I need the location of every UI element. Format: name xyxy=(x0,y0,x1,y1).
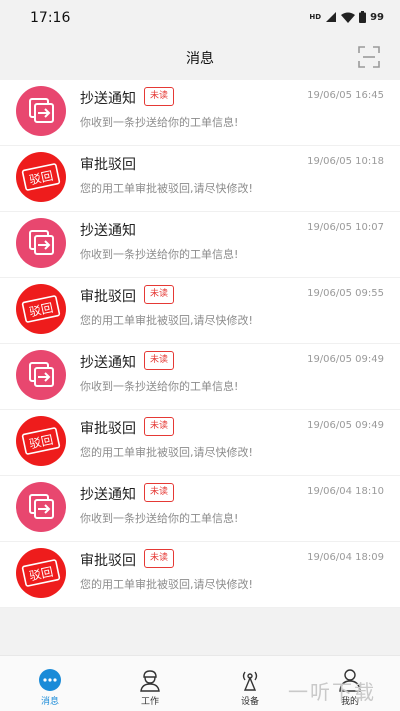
message-time: 19/06/05 16:45 xyxy=(307,90,384,101)
message-time: 19/06/05 09:55 xyxy=(307,288,384,299)
message-title: 抄送通知 xyxy=(80,355,136,371)
message-time: 19/06/05 10:18 xyxy=(307,156,384,167)
tab-device[interactable]: 设备 xyxy=(200,656,300,711)
message-title: 审批驳回 xyxy=(80,289,136,305)
reject-stamp-icon: 驳回 xyxy=(16,416,66,466)
tab-label: 设备 xyxy=(240,697,259,707)
message-row[interactable]: 抄送通知 未读 19/06/04 18:10 你收到一条抄送给你的工单信息! xyxy=(0,476,400,542)
message-time: 19/06/05 09:49 xyxy=(307,354,384,365)
page-title: 消息 xyxy=(186,51,214,67)
unread-badge: 未读 xyxy=(144,87,175,106)
reject-stamp-icon: 驳回 xyxy=(16,152,66,202)
message-row[interactable]: 驳回 审批驳回 未读 19/06/04 18:09 您的用工单审批被驳回,请尽快修改! xyxy=(0,542,400,608)
message-time: 19/06/04 18:09 xyxy=(307,552,384,563)
tab-label: 消息 xyxy=(40,697,59,707)
status-time: 17:16 xyxy=(30,10,71,26)
cc-notice-icon xyxy=(16,218,66,268)
message-title: 抄送通知 xyxy=(80,487,136,503)
status-icons: HD 99 xyxy=(309,11,384,23)
watermark: 一听下载 xyxy=(288,680,376,704)
wifi-icon xyxy=(341,12,356,23)
status-bar: 17:16 HD 99 xyxy=(0,0,400,36)
message-row[interactable]: 抄送通知 未读 19/06/05 16:45 你收到一条抄送给你的工单信息! xyxy=(0,80,400,146)
hd-indicator: HD xyxy=(309,12,322,21)
message-row[interactable]: 抄送通知 未读 19/06/05 09:49 你收到一条抄送给你的工单信息! xyxy=(0,344,400,410)
message-text: 你收到一条抄送给你的工单信息! xyxy=(80,380,239,393)
message-time: 19/06/05 10:07 xyxy=(307,222,384,233)
message-text: 你收到一条抄送给你的工单信息! xyxy=(80,116,239,129)
chat-icon xyxy=(38,668,62,692)
unread-badge: 未读 xyxy=(144,549,175,568)
battery-icon xyxy=(359,11,367,23)
device-icon xyxy=(238,668,262,692)
message-text: 你收到一条抄送给你的工单信息! xyxy=(80,248,239,261)
unread-badge: 未读 xyxy=(144,351,175,370)
message-title: 审批驳回 xyxy=(80,553,136,569)
tab-label: 工作 xyxy=(140,697,159,707)
message-text: 你收到一条抄送给你的工单信息! xyxy=(80,512,239,525)
app-header: 消息 xyxy=(0,36,400,80)
tab-messages[interactable]: 消息 xyxy=(0,656,100,711)
unread-badge: 未读 xyxy=(144,285,175,304)
message-title: 抄送通知 xyxy=(80,223,136,239)
cc-notice-icon xyxy=(16,350,66,400)
reject-stamp-icon: 驳回 xyxy=(16,284,66,334)
message-text: 您的用工单审批被驳回,请尽快修改! xyxy=(80,314,253,327)
message-row[interactable]: 驳回 审批驳回 19/06/05 10:18 您的用工单审批被驳回,请尽快修改! xyxy=(0,146,400,212)
cc-notice-icon xyxy=(16,482,66,532)
message-text: 您的用工单审批被驳回,请尽快修改! xyxy=(80,182,253,195)
message-row[interactable]: 驳回 审批驳回 未读 19/06/05 09:49 您的用工单审批被驳回,请尽快修改! xyxy=(0,410,400,476)
scan-icon[interactable] xyxy=(358,46,380,68)
unread-badge: 未读 xyxy=(144,417,175,436)
message-row[interactable]: 驳回 审批驳回 未读 19/06/05 09:55 您的用工单审批被驳回,请尽快修改! xyxy=(0,278,400,344)
message-title: 审批驳回 xyxy=(80,157,136,173)
tab-work[interactable]: 工作 xyxy=(100,656,200,711)
message-list: 抄送通知 未读 19/06/05 16:45 你收到一条抄送给你的工单信息! 驳回 审批驳… xyxy=(0,80,400,608)
message-text: 您的用工单审批被驳回,请尽快修改! xyxy=(80,446,253,459)
battery-level: 99 xyxy=(370,11,384,23)
message-time: 19/06/04 18:10 xyxy=(307,486,384,497)
message-title: 抄送通知 xyxy=(80,91,136,107)
message-text: 您的用工单审批被驳回,请尽快修改! xyxy=(80,578,253,591)
reject-stamp-icon: 驳回 xyxy=(16,548,66,598)
message-time: 19/06/05 09:49 xyxy=(307,420,384,431)
message-row[interactable]: 抄送通知 19/06/05 10:07 你收到一条抄送给你的工单信息! xyxy=(0,212,400,278)
unread-badge: 未读 xyxy=(144,483,175,502)
signal-icon xyxy=(326,11,337,22)
worker-icon xyxy=(138,668,162,692)
cc-notice-icon xyxy=(16,86,66,136)
message-title: 审批驳回 xyxy=(80,421,136,437)
